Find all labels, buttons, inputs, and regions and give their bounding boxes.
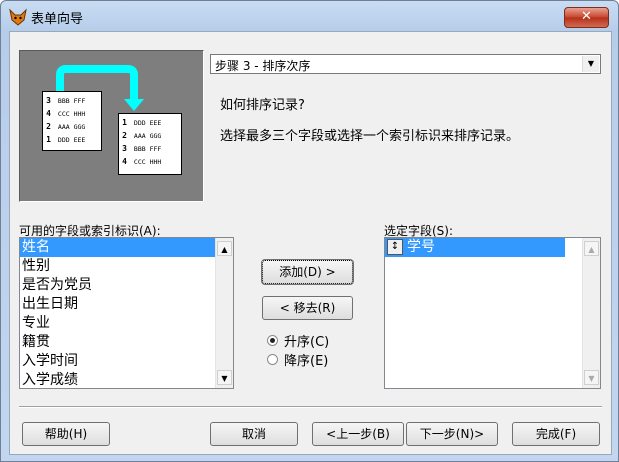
step-select[interactable]: 步骤 3 - 排序次序 ▼ [210,54,601,74]
heading: 如何排序记录? [220,98,305,113]
selected-fields-list[interactable]: ↕ 学号 ▲ ▼ [384,237,601,389]
next-button[interactable]: 下一步(N)> [406,422,498,446]
sheet-row: 1 DDD EEE [119,117,181,128]
sheet-row-text: DDD EEE [130,119,162,127]
sheet-row: 3 BBB FFF [43,95,101,106]
ascending-radio[interactable] [267,335,278,346]
add-button[interactable]: 添加(D) > [261,259,354,285]
sheet-row: 3 BBB FFF [119,143,181,154]
list-item[interactable]: 入学成绩 [20,371,217,388]
close-button[interactable]: ✕ [564,7,609,28]
scroll-down-icon[interactable]: ▼ [217,370,232,385]
sheet-row: 2 AAA GGG [43,121,101,132]
title-bar[interactable]: 表单向导 ✕ [1,1,618,31]
window-title: 表单向导 [31,12,84,27]
list-item[interactable]: 专业 [20,314,217,333]
sort-illustration: 3 BBB FFF 4 CCC HHH 2 AAA GGG 1 DDD EEE 1 D… [19,50,204,202]
sheet-row-number: 4 [46,109,51,118]
fox-app-icon [9,8,27,26]
sheet-row-number: 4 [122,157,127,166]
ascending-label[interactable]: 升序(C) [284,331,329,350]
list-item[interactable]: 出生日期 [20,295,217,314]
list-item[interactable]: 籍贯 [20,333,217,352]
chevron-down-icon[interactable]: ▼ [582,56,599,72]
scroll-up-icon[interactable]: ▲ [217,241,232,256]
sheet-row-text: BBB FFF [130,145,162,153]
list-item[interactable]: 姓名 [20,238,217,257]
unsorted-sheet: 3 BBB FFF 4 CCC HHH 2 AAA GGG 1 DDD EEE [42,91,102,151]
sheet-row-text: AAA GGG [130,132,162,140]
sheet-row-number: 2 [46,122,51,131]
sheet-row: 4 CCC HHH [119,156,181,167]
sheet-row-number: 3 [46,96,51,105]
sheet-row-text: DDD EEE [54,136,86,144]
available-fields-list[interactable]: 姓名 性别 是否为党员 出生日期 专业 籍贯 入学时间 入学成绩 ▲ ▼ [19,237,234,389]
descending-label[interactable]: 降序(E) [284,350,328,369]
sheet-row-number: 2 [122,131,127,140]
step-select-value: 步骤 3 - 排序次序 [215,59,311,73]
scroll-up-icon[interactable]: ▲ [584,241,599,256]
sheet-row-text: CCC HHH [130,158,162,166]
footer-divider [19,406,602,408]
sheet-row-number: 1 [46,135,51,144]
sorted-sheet: 1 DDD EEE 2 AAA GGG 3 BBB FFF 4 CCC HHH [118,113,182,175]
instruction-text: 选择最多三个字段或选择一个索引标识来排序记录。 [220,129,520,144]
sheet-row-text: AAA GGG [54,123,86,131]
sheet-row: 1 DDD EEE [43,134,101,145]
sheet-row: 2 AAA GGG [119,130,181,141]
sheet-row-text: CCC HHH [54,110,86,118]
list-item[interactable]: 是否为党员 [20,276,217,295]
remove-button[interactable]: < 移去(R) [262,296,353,320]
scroll-down-icon[interactable]: ▼ [584,370,599,385]
sheet-row-number: 3 [122,144,127,153]
selected-field-name: 学号 [407,239,435,255]
help-button[interactable]: 帮助(H) [22,422,110,446]
form-wizard-window: 表单向导 ✕ 3 BBB FFF 4 CCC HHH 2 AAA GGG 1 DDD … [0,0,619,462]
sheet-row-text: BBB FFF [54,97,86,105]
available-fields-items: 姓名 性别 是否为党员 出生日期 专业 籍贯 入学时间 入学成绩 [20,238,233,388]
cancel-button[interactable]: 取消 [210,422,298,446]
list-item[interactable]: 入学时间 [20,352,217,371]
sheet-row: 4 CCC HHH [43,108,101,119]
wizard-body: 3 BBB FFF 4 CCC HHH 2 AAA GGG 1 DDD EEE 1 D… [9,31,612,455]
back-button[interactable]: <上一步(B) [312,422,404,446]
close-icon: ✕ [581,9,592,24]
list-item[interactable]: ↕ 学号 [385,238,565,257]
finish-button[interactable]: 完成(F) [512,422,600,446]
sheet-row-number: 1 [122,118,127,127]
descending-radio[interactable] [267,354,278,365]
sort-handle-icon[interactable]: ↕ [387,239,403,255]
available-fields-scrollbar[interactable]: ▲ ▼ [215,238,233,388]
selected-fields-scrollbar[interactable]: ▲ ▼ [582,238,600,388]
list-item[interactable]: 性别 [20,257,217,276]
